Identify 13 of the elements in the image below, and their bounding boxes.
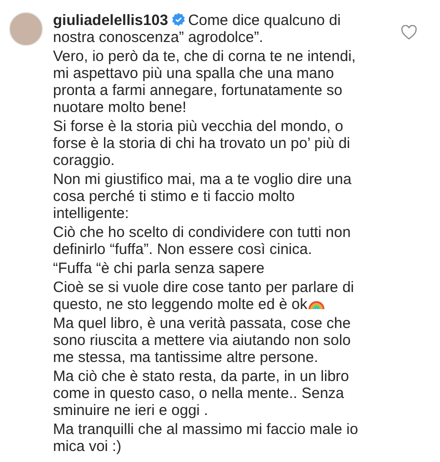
comment-text: Cioè se si vuole dire cose tanto per parlare di questo, ne sto leggendo molte ed è ok [53,279,355,313]
comment-text: “Fuffa “è chi parla senza sapere [53,260,266,277]
comment-text: Vero, io però da te, che di corna te ne intendi, mi aspettavo più una spalla che una mano pronta a farmi annegare, fortunatamente so nuotare molto bene! [53,48,357,116]
comment-text: Si forse è la storia più vecchia del mondo, o forse è la storia di chi ha trovato un po’ più di coraggio. [53,118,352,169]
comment-text: Ma tranquilli che al massimo mi faccio male io mica voi :) [53,421,360,455]
username-link[interactable]: giuliadelellis103 [53,12,168,29]
comment-text: Ma ciò che è stato resta, da parte, in un libro come in questo caso, o nella mente.. Senza sminuire ne ieri e oggi . [53,368,350,419]
comment-text: giuliadelellis103 Come dice qualcuno di nostra conoscenza” agrodolce”. [53,12,342,46]
heart-icon[interactable] [401,25,417,40]
comment-text: Ma quel libro, è una verità passata, cose che sono riuscita a mettere via aiutando non solo me stessa, ma tantissime altre persone. [53,315,352,366]
comment-text: Non mi giustifico mai, ma a te voglio dire una cosa perché ti stimo e ti faccio molto intelligente: [53,171,352,222]
avatar-placeholder[interactable] [9,12,43,46]
comment-text: Ciò che ho scelto di condividere con tutti non definirlo “fuffa”. Non essere così cinica. [53,224,352,258]
